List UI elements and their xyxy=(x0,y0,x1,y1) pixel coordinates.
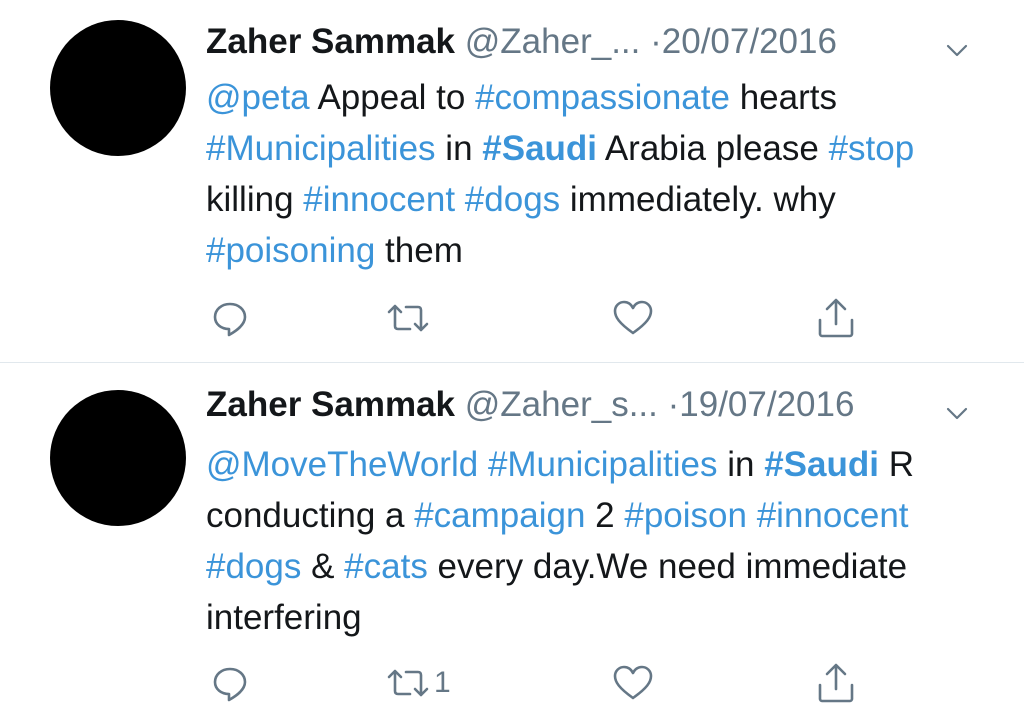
hashtag-link[interactable]: #dogs xyxy=(206,547,301,586)
retweet-button[interactable] xyxy=(384,296,434,340)
reply-button[interactable] xyxy=(208,296,252,340)
separator-dot: · xyxy=(650,22,662,61)
hashtag-link[interactable]: #cats xyxy=(344,547,428,586)
hashtag-link[interactable]: #innocent xyxy=(303,180,455,219)
share-button[interactable] xyxy=(814,661,858,705)
tweet-text-segment: 2 xyxy=(585,496,625,535)
reply-icon xyxy=(208,661,252,705)
tweet-text-segment: killing xyxy=(206,180,304,219)
chevron-down-icon[interactable] xyxy=(944,393,970,420)
avatar[interactable] xyxy=(50,20,186,156)
tweet-text-segment xyxy=(455,180,465,219)
tweet-header: Zaher Sammak @Zaher_... ·20/07/2016 xyxy=(206,20,996,64)
author-handle[interactable]: @Zaher_s... xyxy=(465,385,658,424)
tweet-text-segment: Arabia please xyxy=(597,129,829,168)
hashtag-link[interactable]: #innocent xyxy=(757,496,909,535)
hashtag-link[interactable]: #Saudi xyxy=(482,129,597,168)
hashtag-link[interactable]: #Municipalities xyxy=(488,445,718,484)
share-button[interactable] xyxy=(814,296,858,340)
retweet-button[interactable]: 1 xyxy=(384,661,451,705)
heart-icon xyxy=(611,661,655,705)
tweet-text-segment: them xyxy=(375,231,463,270)
tweet-text-segment xyxy=(747,496,757,535)
tweet-text-segment: & xyxy=(301,547,345,586)
share-icon xyxy=(814,661,858,705)
retweet-count: 1 xyxy=(434,666,451,699)
like-button[interactable] xyxy=(611,296,655,340)
retweet-icon xyxy=(384,661,432,705)
reply-icon xyxy=(208,296,252,340)
separator-dot: · xyxy=(667,385,680,424)
retweet-icon xyxy=(384,296,432,340)
tweet-actions: 1 xyxy=(206,661,866,705)
tweet-text-segment: in xyxy=(717,445,765,484)
like-button[interactable] xyxy=(611,661,655,705)
heart-icon xyxy=(611,296,655,340)
hashtag-link[interactable]: #poison xyxy=(624,496,747,535)
tweet-text-segment: hearts xyxy=(729,78,837,117)
tweet-text-segment xyxy=(478,445,488,484)
hashtag-link[interactable]: #stop xyxy=(829,129,915,168)
tweet-text: @peta Appeal to #compassionate hearts #M… xyxy=(206,72,1006,276)
author-handle[interactable]: @Zaher_... xyxy=(465,22,641,61)
tweet-text-segment: Appeal to xyxy=(309,78,476,117)
tweet-text-segment: in xyxy=(435,129,483,168)
mention-link[interactable]: @MoveTheWorld xyxy=(206,445,478,484)
tweet-feed: Zaher Sammak @Zaher_... ·20/07/2016 @pet… xyxy=(0,0,1024,723)
tweet-date[interactable]: 19/07/2016 xyxy=(679,385,854,424)
tweet-actions xyxy=(206,296,866,340)
tweet-header: Zaher Sammak @Zaher_s... ·19/07/2016 xyxy=(206,383,996,427)
mention-link[interactable]: @peta xyxy=(206,78,310,117)
hashtag-link[interactable]: #dogs xyxy=(465,180,560,219)
avatar[interactable] xyxy=(50,390,186,526)
author-name[interactable]: Zaher Sammak xyxy=(206,22,455,61)
chevron-down-icon[interactable] xyxy=(944,30,970,57)
tweet-text: @MoveTheWorld #Municipalities in #Saudi … xyxy=(206,439,1006,643)
hashtag-link[interactable]: #compassionate xyxy=(475,78,730,117)
share-icon xyxy=(814,296,858,340)
hashtag-link[interactable]: #Municipalities xyxy=(206,129,436,168)
tweet-text-segment: immediately. why xyxy=(560,180,836,219)
tweet[interactable]: Zaher Sammak @Zaher_... ·20/07/2016 @pet… xyxy=(0,0,1024,362)
hashtag-link[interactable]: #poisoning xyxy=(206,231,375,270)
hashtag-link[interactable]: #campaign xyxy=(414,496,585,535)
reply-button[interactable] xyxy=(208,661,252,705)
author-name[interactable]: Zaher Sammak xyxy=(206,385,455,424)
hashtag-link[interactable]: #Saudi xyxy=(764,445,879,484)
tweet[interactable]: Zaher Sammak @Zaher_s... ·19/07/2016 @Mo… xyxy=(0,363,1024,723)
tweet-date[interactable]: 20/07/2016 xyxy=(662,22,837,61)
